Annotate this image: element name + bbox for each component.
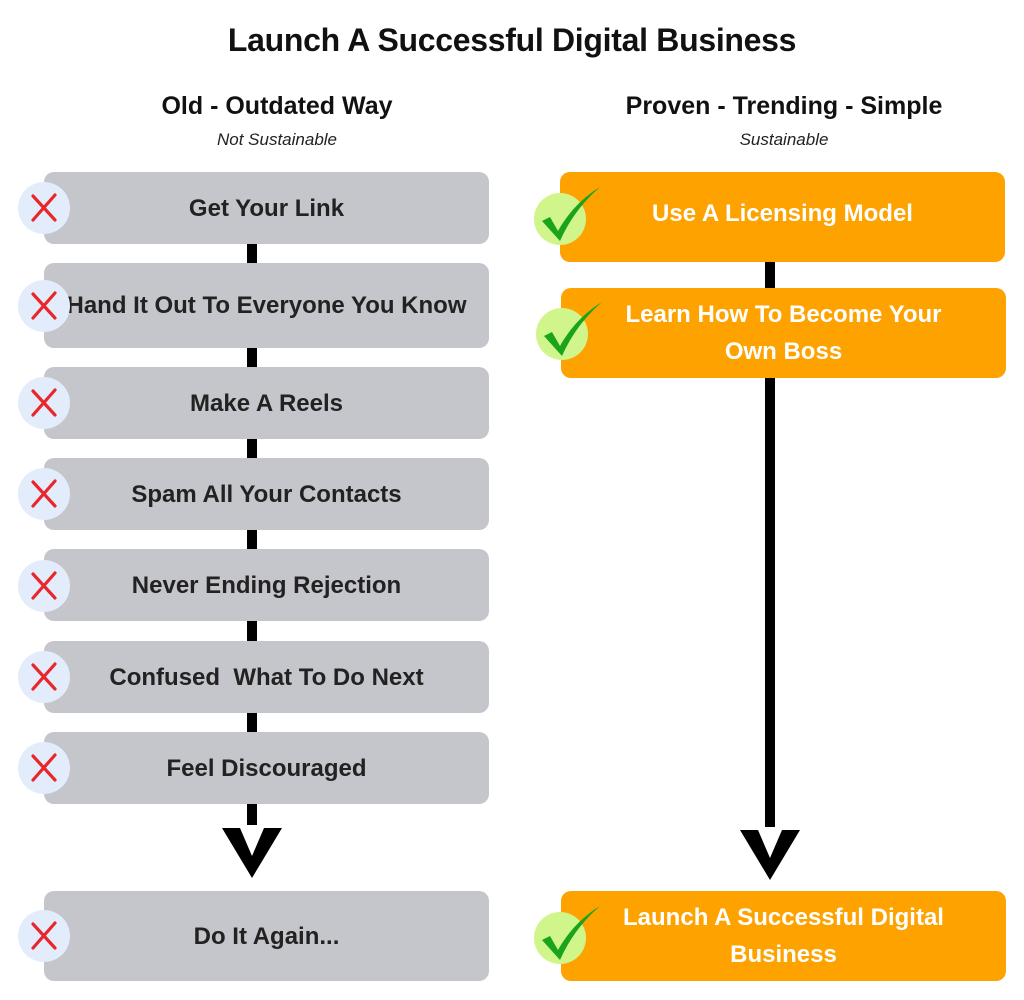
old-step-label: Feel Discouraged [166,754,367,782]
old-step: Spam All Your Contacts [44,458,489,530]
old-step: Confused What To Do Next [44,641,489,713]
old-step: Hand It Out To Everyone You Know [44,263,489,348]
old-step-label: Make A Reels [190,389,343,417]
old-step-label: Hand It Out To Everyone You Know [66,292,467,319]
old-step-label: Never Ending Rejection [131,571,402,599]
check-icon [536,302,602,360]
old-step-label: Confused What To Do Next [109,663,424,691]
x-icon [18,742,70,794]
old-step: Feel Discouraged [44,732,489,804]
x-icon [18,468,70,520]
x-icon [18,560,70,612]
new-step: Use A Licensing Model [560,172,1005,262]
new-column-heading: Proven - Trending - Simple [625,92,943,120]
old-step: Never Ending Rejection [44,549,489,621]
x-icon [18,651,70,703]
old-result-label: Do It Again... [193,922,340,950]
x-icon [18,910,70,962]
old-step-label: Get Your Link [188,194,345,222]
new-step-label: Use A Licensing Model [652,199,913,227]
check-icon [534,187,600,245]
check-icon [534,906,600,964]
x-icon [18,377,70,429]
old-step: Make A Reels [44,367,489,439]
old-flow-arrowhead [222,828,282,878]
new-result-label: Launch A Successful Digital Business [623,904,944,968]
x-icon [18,182,70,234]
new-column-subheading: Sustainable [739,130,829,149]
page-title: Launch A Successful Digital Business [227,22,797,58]
old-column-subheading: Not Sustainable [216,130,338,149]
new-flow-arrowhead [740,830,800,880]
new-step: Learn How To Become Your Own Boss [561,288,1006,378]
new-result: Launch A Successful Digital Business [561,891,1006,981]
new-step-label: Learn How To Become Your Own Boss [625,301,942,365]
old-column-heading: Old - Outdated Way [161,92,393,120]
old-step: Get Your Link [44,172,489,244]
old-result: Do It Again... [44,891,489,981]
x-icon [18,280,70,332]
old-step-label: Spam All Your Contacts [131,480,402,508]
